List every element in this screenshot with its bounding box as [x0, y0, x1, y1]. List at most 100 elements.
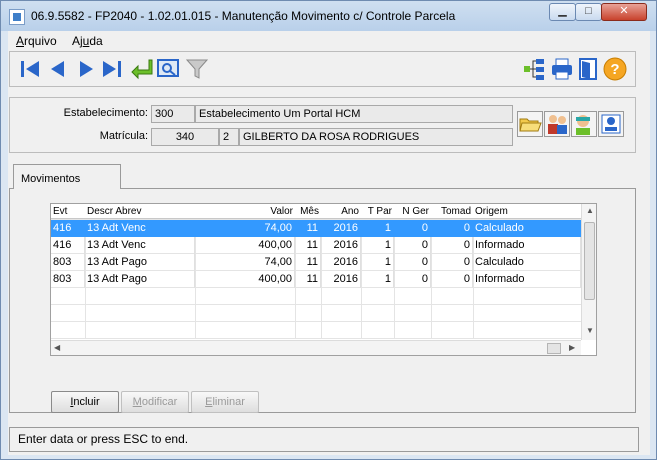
table-cell: 1	[361, 271, 394, 288]
table-cell: Calculado	[473, 220, 581, 237]
table-cell: 0	[394, 220, 431, 237]
filter-icon[interactable]	[185, 57, 209, 81]
modificar-button[interactable]: Modificar	[121, 391, 189, 413]
column-header[interactable]: Origem	[473, 204, 581, 219]
menu-arquivo-mnemonic: A	[16, 34, 25, 48]
tab-movimentos[interactable]: Movimentos	[13, 164, 121, 189]
table-cell: 803	[51, 271, 85, 288]
table-cell: 11	[295, 271, 321, 288]
help-icon[interactable]: ?	[603, 57, 627, 81]
table-row[interactable]: 416 13 Adt Venc 400,00 11 2016 1 0 0 Informado	[51, 237, 581, 254]
table-cell: 2016	[321, 237, 361, 254]
grid-line	[51, 338, 581, 339]
people-button[interactable]	[544, 111, 570, 137]
table-cell: 0	[394, 237, 431, 254]
column-header[interactable]: Tomad	[431, 204, 473, 219]
table-cell: Informado	[473, 237, 581, 254]
table-cell: 13 Adt Venc	[85, 220, 195, 237]
vertical-scroll-thumb[interactable]	[584, 222, 595, 300]
horizontal-scroll-thumb[interactable]	[547, 343, 561, 354]
tree-icon[interactable]	[522, 57, 546, 81]
column-header[interactable]: Evt	[51, 204, 85, 219]
table-cell: Informado	[473, 271, 581, 288]
help-glyph: ?	[610, 61, 619, 78]
table-row[interactable]: 803 13 Adt Pago 400,00 11 2016 1 0 0 Informado	[51, 271, 581, 288]
scroll-up-icon[interactable]: ▲	[586, 206, 594, 215]
movements-grid[interactable]: Evt Descr Abrev Valor Mês Ano T Par N Ge…	[50, 203, 597, 356]
table-cell: 1	[361, 237, 394, 254]
column-header[interactable]: T Par	[361, 204, 394, 219]
menu-ajuda-label-end: da	[89, 34, 103, 48]
app-icon	[9, 9, 25, 25]
menu-ajuda[interactable]: Ajuda	[72, 34, 103, 48]
vertical-scrollbar[interactable]: ▲ ▼	[581, 204, 596, 340]
menu-ajuda-label-start: Aj	[72, 34, 83, 48]
table-cell: Calculado	[473, 254, 581, 271]
people-icon	[548, 115, 567, 134]
eliminar-label: liminar	[212, 396, 245, 408]
modificar-mnemonic: M	[132, 396, 142, 408]
menu-arquivo-label: rquivo	[24, 34, 57, 48]
table-cell: 0	[394, 271, 431, 288]
table-row[interactable]: 416 13 Adt Venc 74,00 11 2016 1 0 0 Calculado	[51, 220, 581, 237]
table-cell: 0	[431, 271, 473, 288]
table-row[interactable]: 803 13 Adt Pago 74,00 11 2016 1 0 0 Calculado	[51, 254, 581, 271]
table-cell: 13 Adt Pago	[85, 271, 195, 288]
open-folder-button[interactable]	[517, 111, 543, 137]
status-bar: Enter data or press ESC to end.	[9, 427, 639, 452]
table-cell: 2016	[321, 271, 361, 288]
eliminar-button[interactable]: Eliminar	[191, 391, 259, 413]
folder-icon	[519, 118, 542, 132]
person-search-icon	[576, 115, 590, 135]
grid-line	[51, 321, 581, 322]
incluir-button[interactable]: Incluir	[51, 391, 119, 413]
table-cell: 0	[431, 237, 473, 254]
table-cell: 400,00	[195, 271, 295, 288]
grid-header: Evt Descr Abrev Valor Mês Ano T Par N Ge…	[51, 204, 581, 219]
minimize-button[interactable]: ▁	[549, 3, 576, 21]
estabelecimento-code-field[interactable]: 300	[151, 105, 195, 123]
table-cell: 400,00	[195, 237, 295, 254]
exit-icon[interactable]	[576, 57, 600, 81]
menu-bar: Arquivo Ajuda	[8, 31, 650, 51]
column-header[interactable]: N Ger	[394, 204, 431, 219]
matricula-digit-field: 2	[219, 128, 239, 146]
menu-arquivo[interactable]: Arquivo	[16, 34, 57, 48]
next-record-icon[interactable]	[74, 57, 98, 81]
horizontal-scrollbar[interactable]: ◀ ▶	[51, 340, 581, 355]
employee-name-field: GILBERTO DA ROSA RODRIGUES	[239, 128, 513, 146]
scroll-down-icon[interactable]: ▼	[586, 326, 594, 335]
table-cell: 0	[431, 254, 473, 271]
maximize-button[interactable]: □	[575, 3, 602, 21]
matricula-field[interactable]: 340	[151, 128, 219, 146]
first-record-icon[interactable]	[18, 57, 42, 81]
table-cell: 11	[295, 220, 321, 237]
column-header[interactable]: Valor	[195, 204, 295, 219]
person-list-button[interactable]	[598, 111, 624, 137]
table-cell: 416	[51, 237, 85, 254]
last-record-icon[interactable]	[100, 57, 124, 81]
person-search-button[interactable]	[571, 111, 597, 137]
person-list-icon	[601, 114, 621, 134]
close-button[interactable]: ✕	[601, 3, 647, 21]
scroll-left-icon[interactable]: ◀	[54, 343, 60, 352]
table-cell: 1	[361, 220, 394, 237]
previous-record-icon[interactable]	[46, 57, 70, 81]
estabelecimento-name-field: Estabelecimento Um Portal HCM	[195, 105, 513, 123]
print-icon[interactable]	[550, 57, 574, 81]
table-cell: 11	[295, 254, 321, 271]
table-cell: 803	[51, 254, 85, 271]
column-header[interactable]: Descr Abrev	[85, 204, 195, 219]
search-icon[interactable]	[156, 57, 180, 81]
matricula-label: Matrícula:	[99, 130, 148, 142]
window-title: 06.9.5582 - FP2040 - 1.02.01.015 - Manut…	[31, 9, 456, 23]
column-header[interactable]: Mês	[295, 204, 321, 219]
table-cell: 74,00	[195, 220, 295, 237]
grid-line	[51, 304, 581, 305]
incluir-label: ncluir	[73, 396, 100, 408]
title-bar[interactable]: 06.9.5582 - FP2040 - 1.02.01.015 - Manut…	[1, 1, 656, 31]
goto-icon[interactable]	[129, 57, 153, 81]
column-header[interactable]: Ano	[321, 204, 361, 219]
scroll-right-icon[interactable]: ▶	[569, 343, 575, 352]
table-cell: 74,00	[195, 254, 295, 271]
